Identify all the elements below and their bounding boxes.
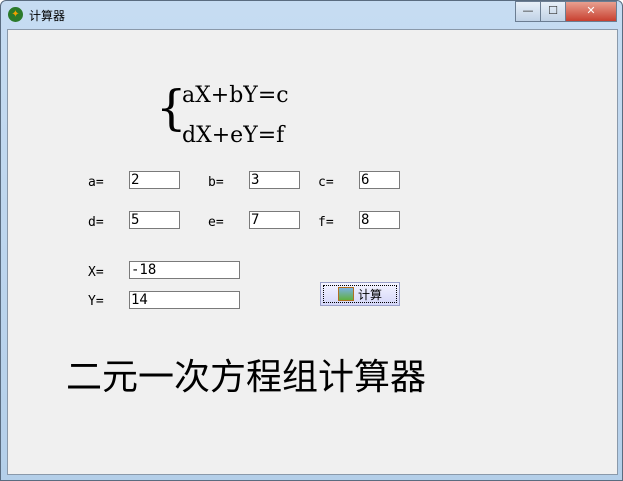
label-d: d= bbox=[88, 215, 104, 230]
input-c[interactable]: 6 bbox=[359, 171, 400, 189]
focus-rect bbox=[323, 285, 397, 303]
label-a: a= bbox=[88, 175, 104, 190]
input-d[interactable]: 5 bbox=[129, 211, 180, 229]
minimize-button[interactable]: — bbox=[515, 1, 541, 22]
result-y[interactable]: 14 bbox=[129, 291, 240, 309]
label-y: Y= bbox=[88, 294, 104, 309]
label-b: b= bbox=[208, 175, 224, 190]
input-a[interactable]: 2 bbox=[129, 171, 180, 189]
calculate-button[interactable]: 计算 bbox=[320, 282, 400, 306]
window: ✦ 计算器 — ☐ ✕ { aX+bY=c dX+eY=f a= 2 b= 3 … bbox=[0, 0, 623, 481]
label-c: c= bbox=[318, 175, 334, 190]
close-button[interactable]: ✕ bbox=[565, 1, 617, 22]
input-f[interactable]: 8 bbox=[359, 211, 400, 229]
heading: 二元一次方程组计算器 bbox=[66, 357, 427, 398]
window-title: 计算器 bbox=[29, 9, 66, 23]
equation-1: aX+bY=c bbox=[182, 83, 289, 108]
label-f: f= bbox=[318, 215, 334, 230]
label-e: e= bbox=[208, 215, 224, 230]
input-b[interactable]: 3 bbox=[249, 171, 300, 189]
maximize-button[interactable]: ☐ bbox=[540, 1, 566, 22]
label-x: X= bbox=[88, 265, 104, 280]
client-area: { aX+bY=c dX+eY=f a= 2 b= 3 c= 6 d= 5 e=… bbox=[7, 29, 618, 475]
equation-2: dX+eY=f bbox=[182, 123, 285, 148]
input-e[interactable]: 7 bbox=[249, 211, 300, 229]
app-icon: ✦ bbox=[8, 7, 23, 22]
result-x[interactable]: -18 bbox=[129, 261, 240, 279]
